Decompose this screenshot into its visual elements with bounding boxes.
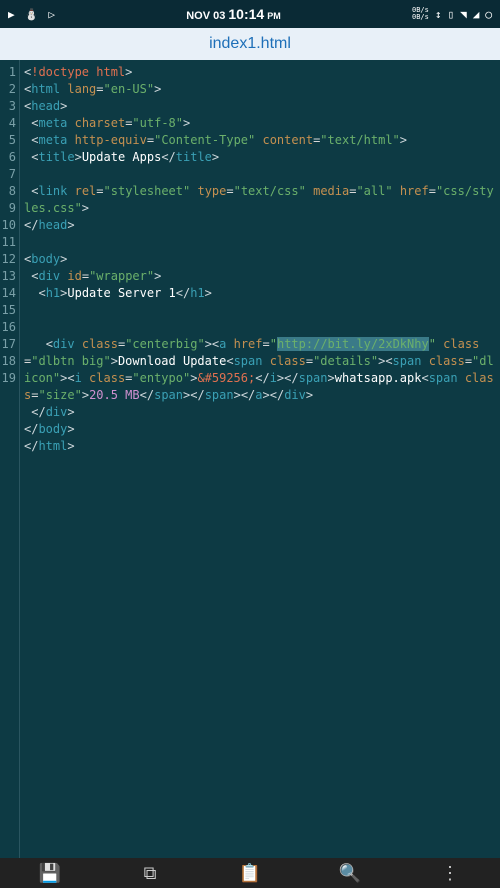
wifi-icon: ◥ [460, 8, 467, 21]
line-number: 12 [0, 251, 19, 268]
line-number: 18 [0, 353, 19, 370]
line-number: 3 [0, 98, 19, 115]
save-button[interactable]: 💾 [0, 863, 100, 884]
line-number: 6 [0, 149, 19, 166]
incognito-icon: ⛄ [25, 8, 39, 21]
more-button[interactable]: ⋮ [400, 863, 500, 884]
vibrate-icon: ▯ [447, 8, 454, 21]
line-number: 11 [0, 234, 19, 251]
line-number: 17 [0, 336, 19, 353]
line-number-gutter: 12345678910111213141516171819 [0, 60, 20, 858]
android-statusbar: ▶ ⛄ ▷ NOV 03 10:14 PM 0B/s 0B/s ↕ ▯ ◥ ◢ … [0, 0, 500, 28]
line-number: 1 [0, 64, 19, 81]
more-icon: ⋮ [441, 863, 459, 884]
code-editor[interactable]: 12345678910111213141516171819 <!doctype … [0, 60, 500, 858]
status-time: 10:14 [228, 6, 264, 22]
line-number: 8 [0, 183, 19, 200]
line-number: 10 [0, 217, 19, 234]
network-speed: 0B/s 0B/s [412, 7, 429, 21]
save-icon: 💾 [39, 863, 61, 884]
status-ampm: PM [267, 11, 281, 21]
play-icon: ▷ [48, 8, 55, 21]
line-number: 2 [0, 81, 19, 98]
line-number: 14 [0, 285, 19, 302]
line-number: 19 [0, 370, 19, 387]
copy-button[interactable]: ⧉ [100, 863, 200, 884]
line-number: 13 [0, 268, 19, 285]
line-number: 5 [0, 132, 19, 149]
clipboard-icon: 📋 [239, 863, 261, 884]
app-icon-1: ▶ [8, 8, 15, 21]
line-number: 4 [0, 115, 19, 132]
paste-button[interactable]: 📋 [200, 863, 300, 884]
filename-label: index1.html [209, 35, 291, 53]
line-number: 16 [0, 319, 19, 336]
line-number: 9 [0, 200, 19, 217]
selected-url: http://bit.ly/2xDkNhy [277, 337, 429, 351]
search-icon: 🔍 [339, 863, 361, 884]
status-date: NOV 03 [186, 10, 225, 22]
line-number: 7 [0, 166, 19, 183]
signal-icon: ◢ [473, 8, 480, 21]
line-number: 15 [0, 302, 19, 319]
alarm-icon: ↕ [435, 8, 442, 21]
code-content[interactable]: <!doctype html> <html lang="en-US"> <hea… [20, 60, 500, 858]
bottom-toolbar: 💾 ⧉ 📋 🔍 ⋮ [0, 858, 500, 888]
file-titlebar: index1.html [0, 28, 500, 60]
copy-icon: ⧉ [144, 863, 157, 884]
battery-icon: ◯ [485, 8, 492, 21]
search-button[interactable]: 🔍 [300, 863, 400, 884]
